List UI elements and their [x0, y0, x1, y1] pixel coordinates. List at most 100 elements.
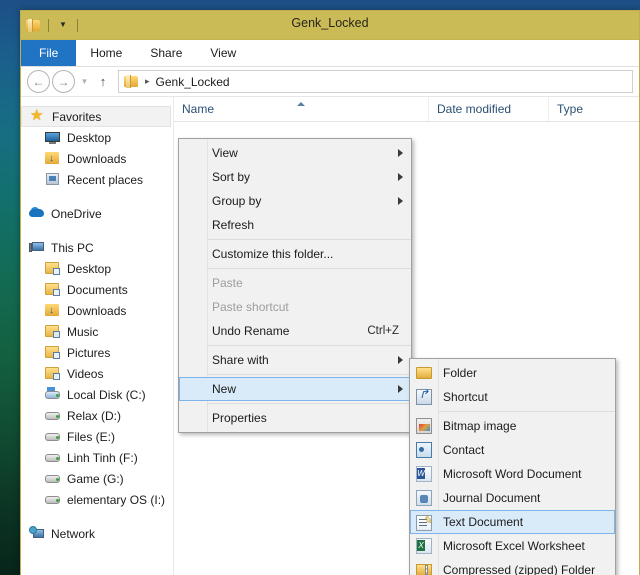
menu-item-properties[interactable]: Properties [179, 406, 411, 430]
menu-separator [207, 374, 411, 375]
sidebar-item-drive-g[interactable]: Game (G:) [21, 468, 173, 489]
menu-item-sort-by[interactable]: Sort by [179, 165, 411, 189]
sidebar-item-pc-downloads[interactable]: ↓ Downloads [21, 300, 173, 321]
tab-share[interactable]: Share [136, 40, 196, 66]
menu-item-share-with[interactable]: Share with [179, 348, 411, 372]
menu-item-label: View [212, 146, 238, 160]
submenu-separator [438, 411, 615, 412]
shortcut-icon [416, 387, 432, 405]
sidebar-item-pc-music[interactable]: Music [21, 321, 173, 342]
text-document-icon [416, 514, 432, 531]
sidebar-item-label: Files (E:) [67, 429, 115, 444]
tab-file[interactable]: File [21, 40, 77, 66]
forward-arrow-icon[interactable]: → [52, 70, 75, 93]
back-arrow-icon[interactable]: ← [27, 70, 50, 93]
sidebar-item-drive-e[interactable]: Files (E:) [21, 426, 173, 447]
chevron-right-icon [398, 149, 403, 157]
sidebar-item-onedrive[interactable]: OneDrive [21, 203, 173, 224]
chevron-down-icon[interactable]: ▼ [77, 72, 92, 92]
ribbon-tabs: File Home Share View [21, 40, 639, 67]
new-submenu[interactable]: Folder Shortcut Bitmap image Contact Mic… [409, 358, 616, 575]
menu-item-customize-this-folder[interactable]: Customize this folder... [179, 242, 411, 266]
up-arrow-icon[interactable]: ↑ [94, 72, 112, 92]
sidebar-item-local-disk-c[interactable]: Local Disk (C:) [21, 384, 173, 405]
sidebar-item-label: Documents [67, 282, 128, 297]
chevron-right-icon [398, 197, 403, 205]
sidebar-item-label: Recent places [67, 172, 144, 187]
sidebar-item-fav-desktop[interactable]: Desktop [21, 127, 173, 148]
menu-item-shortcut: Ctrl+Z [367, 325, 399, 337]
menu-item-label: Paste shortcut [212, 300, 289, 314]
submenu-item-label: Text Document [443, 515, 524, 529]
menu-item-label: Undo Rename [212, 324, 290, 338]
sidebar-item-label: Local Disk (C:) [67, 387, 146, 402]
menu-item-refresh[interactable]: Refresh [179, 213, 411, 237]
sidebar-item-label: Downloads [67, 303, 127, 318]
onedrive-cloud-icon [29, 206, 45, 221]
submenu-item-label: Shortcut [443, 390, 488, 404]
sidebar-item-favorites[interactable]: Favorites [21, 106, 171, 127]
address-path-field[interactable]: ▸ Genk_Locked [118, 70, 633, 93]
sidebar-item-fav-downloads[interactable]: ↓ Downloads [21, 148, 173, 169]
submenu-item-shortcut[interactable]: Shortcut [410, 385, 615, 409]
sidebar-item-drive-f[interactable]: Linh Tinh (F:) [21, 447, 173, 468]
menu-item-paste: Paste [179, 271, 411, 295]
column-header-label: Date modified [437, 102, 512, 116]
menu-item-label: Sort by [212, 170, 251, 184]
tab-view[interactable]: View [196, 40, 250, 66]
chevron-right-icon [398, 385, 403, 393]
menu-item-new[interactable]: New [179, 377, 411, 401]
sidebar-item-pc-desktop[interactable]: Desktop [21, 258, 173, 279]
sidebar-item-this-pc[interactable]: This PC [21, 237, 173, 258]
column-header-row: Name Date modified Type [174, 97, 639, 122]
music-folder-icon [45, 324, 61, 339]
submenu-item-journal-document[interactable]: Journal Document [410, 486, 615, 510]
documents-folder-icon [45, 282, 61, 297]
context-menu[interactable]: View Sort by Group by Refresh Customize … [178, 138, 412, 433]
sidebar-item-label: This PC [51, 240, 94, 255]
title-bar: ▼ Genk_Locked [21, 11, 639, 40]
excel-icon [416, 538, 432, 554]
sidebar-item-pc-videos[interactable]: Videos [21, 363, 173, 384]
pictures-folder-icon [45, 345, 61, 360]
submenu-items: Folder Shortcut Bitmap image Contact Mic… [410, 359, 615, 575]
submenu-item-compressed-folder[interactable]: Compressed (zipped) Folder [410, 558, 615, 575]
submenu-item-excel-worksheet[interactable]: Microsoft Excel Worksheet [410, 534, 615, 558]
sidebar-item-pc-documents[interactable]: Documents [21, 279, 173, 300]
menu-item-label: New [212, 382, 237, 396]
sidebar-item-network[interactable]: Network [21, 523, 173, 544]
breadcrumb-path[interactable]: Genk_Locked [156, 75, 230, 89]
submenu-item-contact[interactable]: Contact [410, 438, 615, 462]
submenu-item-word-document[interactable]: Microsoft Word Document [410, 462, 615, 486]
menu-item-undo-rename[interactable]: Undo Rename Ctrl+Z [179, 319, 411, 343]
zip-folder-icon [416, 562, 432, 575]
menu-separator [207, 268, 411, 269]
sidebar-item-drive-d[interactable]: Relax (D:) [21, 405, 173, 426]
menu-item-group-by[interactable]: Group by [179, 189, 411, 213]
sidebar-item-label: OneDrive [51, 206, 102, 221]
sort-ascending-icon [297, 102, 305, 106]
chevron-right-icon [398, 356, 403, 364]
sidebar-item-drive-i[interactable]: elementary OS (I:) [21, 489, 173, 510]
folder-icon [124, 75, 139, 88]
column-header-label: Type [557, 102, 584, 116]
submenu-item-bitmap-image[interactable]: Bitmap image [410, 414, 615, 438]
tab-home[interactable]: Home [76, 40, 136, 66]
desktop-folder-icon [45, 261, 61, 276]
folder-icon [416, 365, 432, 381]
sidebar-item-pc-pictures[interactable]: Pictures [21, 342, 173, 363]
menu-item-view[interactable]: View [179, 141, 411, 165]
column-header-label: Name [182, 102, 215, 116]
submenu-item-text-document[interactable]: Text Document [410, 510, 615, 534]
submenu-item-label: Contact [443, 443, 485, 457]
this-pc-icon [29, 240, 45, 255]
sidebar-item-recent-places[interactable]: Recent places [21, 169, 173, 190]
sidebar-group-spacer [21, 510, 173, 523]
column-header-type[interactable]: Type [549, 97, 639, 121]
column-header-name[interactable]: Name [174, 97, 429, 121]
submenu-item-folder[interactable]: Folder [410, 361, 615, 385]
column-header-date-modified[interactable]: Date modified [429, 97, 549, 121]
sidebar-item-label: Pictures [67, 345, 111, 360]
menu-item-label: Share with [212, 353, 269, 367]
sidebar-item-label: Downloads [67, 151, 127, 166]
